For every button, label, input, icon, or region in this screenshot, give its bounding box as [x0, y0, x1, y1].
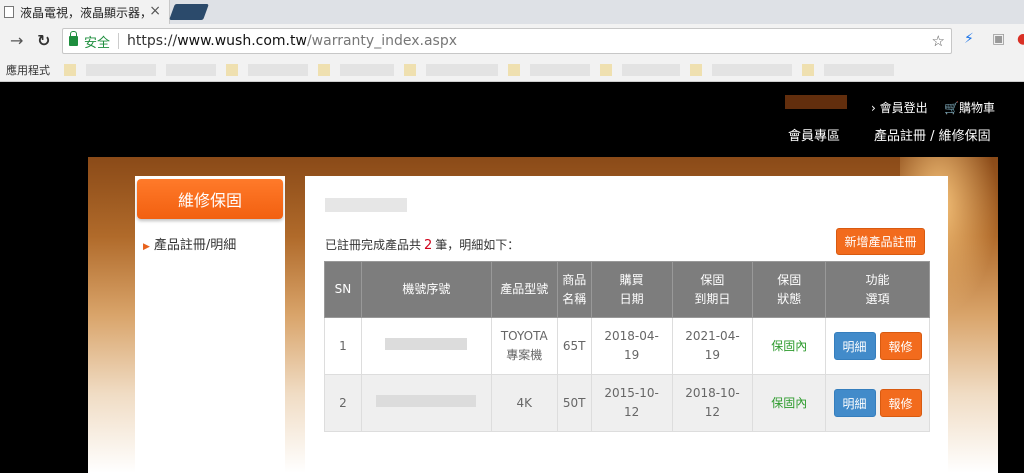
summary-prefix: 已註冊完成產品共 [325, 238, 422, 252]
cell-serial [360, 374, 492, 432]
logout-label: 會員登出 [879, 101, 928, 115]
url-text[interactable]: https://www.wush.com.tw/warranty_index.a… [127, 33, 457, 49]
summary-suffix: 筆，明細如下： [435, 238, 520, 252]
page-icon [4, 6, 14, 18]
reload-icon[interactable]: ↻ [37, 31, 50, 50]
col-name: 商品 名稱 [556, 261, 592, 318]
url-path: /warranty_index.aspx [306, 33, 457, 49]
summary-count: 2 [424, 238, 433, 253]
bookmark-item[interactable] [318, 63, 330, 76]
bookmarks-bar: 應用程式 [0, 58, 1024, 82]
bookmark-item[interactable] [404, 63, 416, 76]
cart-icon: 🛒 [944, 101, 959, 115]
browser-toolbar: → ↻ 安全 https://www.wush.com.tw/warranty_… [0, 24, 1024, 58]
url-domain: www.wush.com.tw [177, 33, 307, 49]
breadcrumb-blurred [325, 198, 407, 212]
triangle-right-icon: ▶ [143, 242, 150, 252]
cell-sn: 1 [324, 317, 362, 375]
browser-tab[interactable]: 液晶電視，液晶顯示器， × [0, 0, 170, 24]
cell-name: 65T [556, 317, 592, 375]
logout-link[interactable]: › 會員登出 [871, 99, 928, 116]
user-name-blurred [785, 95, 847, 109]
bookmark-item[interactable] [530, 63, 590, 76]
site-header: › 會員登出 🛒購物車 會員專區 產品註冊 / 維修保固 [0, 83, 1024, 157]
col-sn: SN [324, 261, 362, 318]
close-icon[interactable]: × [149, 3, 161, 19]
serial-blurred [385, 337, 468, 350]
bookmark-item[interactable] [166, 63, 216, 76]
bookmark-item[interactable] [86, 63, 156, 76]
detail-button[interactable]: 明細 [833, 389, 876, 417]
sidebar-item-label: 產品註冊/明細 [153, 238, 237, 253]
bookmark-item[interactable] [340, 63, 394, 76]
col-buy-date: 購買 日期 [590, 261, 673, 318]
cell-name: 50T [556, 374, 592, 432]
sidebar: 維修保固 ▶ 產品註冊/明細 [135, 176, 285, 473]
cell-model: TOYOTA 專案機 [490, 317, 558, 375]
forward-icon[interactable]: → [10, 31, 23, 50]
new-tab-button[interactable] [169, 4, 209, 20]
bookmark-item[interactable] [600, 63, 612, 76]
bookmark-item[interactable] [712, 63, 792, 76]
table-row: 1 TOYOTA 專案機 65T 2018-04- 19 2021-04- 19 保固… [324, 317, 930, 375]
lock-icon [69, 31, 78, 46]
table-header-row: SN 機號序號 產品型號 商品 名稱 購買 日期 保固 到期日 保固 狀態 功能 選項 [324, 261, 930, 318]
tab-title: 液晶電視，液晶顯示器， [20, 5, 150, 20]
cell-actions: 明細 報修 [825, 317, 930, 375]
bookmark-item[interactable] [508, 63, 520, 76]
cart-link[interactable]: 🛒購物車 [944, 99, 995, 116]
nav-member[interactable]: 會員專區 [788, 125, 840, 144]
extension-red-icon[interactable]: ● [1017, 31, 1024, 47]
col-warranty-status: 保固 狀態 [752, 261, 827, 318]
registration-table: SN 機號序號 產品型號 商品 名稱 購買 日期 保固 到期日 保固 狀態 功能 選項 1… [324, 261, 930, 432]
cell-status: 保固內 [752, 317, 827, 375]
cell-sn: 2 [324, 374, 362, 432]
bookmark-item[interactable] [426, 63, 498, 76]
main-content: 已註冊完成產品共 2 筆，明細如下： 新增產品註冊 SN 機號序號 產品型號 商品名… [305, 176, 948, 473]
table-row: 2 4K 50T 2015-10- 12 2018-10- 12 保固內 明細 報修 [324, 374, 930, 432]
cell-expiry: 2018-10- 12 [671, 374, 754, 432]
col-serial: 機號序號 [360, 261, 492, 318]
extension-box-icon[interactable]: ▣ [992, 31, 1005, 47]
serial-blurred [376, 394, 477, 407]
registration-summary: 已註冊完成產品共 2 筆，明細如下： [325, 236, 519, 253]
add-product-registration-button[interactable]: 新增產品註冊 [836, 228, 925, 255]
cart-label: 購物車 [958, 101, 995, 115]
bookmark-item[interactable] [248, 63, 308, 76]
cell-status: 保固內 [752, 374, 827, 432]
cell-buy-date: 2015-10- 12 [590, 374, 673, 432]
detail-button[interactable]: 明細 [833, 332, 876, 360]
cell-serial [360, 317, 492, 375]
cell-model: 4K [490, 374, 558, 432]
secure-label: 安全 [84, 35, 111, 51]
bookmark-item[interactable] [802, 63, 814, 76]
extension-bolt-icon[interactable]: ⚡ [964, 31, 974, 47]
bookmark-item[interactable] [64, 63, 76, 76]
cell-actions: 明細 報修 [825, 374, 930, 432]
bookmark-item[interactable] [824, 63, 894, 76]
repair-button[interactable]: 報修 [879, 332, 922, 360]
address-bar[interactable]: 安全 https://www.wush.com.tw/warranty_inde… [62, 28, 952, 54]
nav-register-warranty[interactable]: 產品註冊 / 維修保固 [874, 125, 991, 144]
repair-button[interactable]: 報修 [879, 389, 922, 417]
cell-buy-date: 2018-04- 19 [590, 317, 673, 375]
bookmark-item[interactable] [690, 63, 702, 76]
bookmark-item[interactable] [622, 63, 680, 76]
sidebar-item-register-detail[interactable]: ▶ 產品註冊/明細 [143, 234, 236, 253]
sidebar-header: 維修保固 [137, 179, 283, 219]
chevron-right-icon: › [871, 101, 876, 115]
bookmark-item[interactable] [226, 63, 238, 76]
divider [118, 33, 120, 49]
browser-tab-bar: 液晶電視，液晶顯示器， × [0, 0, 1024, 24]
bookmark-star-icon[interactable]: ☆ [932, 32, 945, 50]
apps-bookmark[interactable]: 應用程式 [6, 62, 50, 78]
cell-expiry: 2021-04- 19 [671, 317, 754, 375]
col-warranty-expiry: 保固 到期日 [671, 261, 754, 318]
col-actions: 功能 選項 [825, 261, 930, 318]
col-model: 產品型號 [490, 261, 558, 318]
url-scheme: https:// [127, 33, 178, 49]
